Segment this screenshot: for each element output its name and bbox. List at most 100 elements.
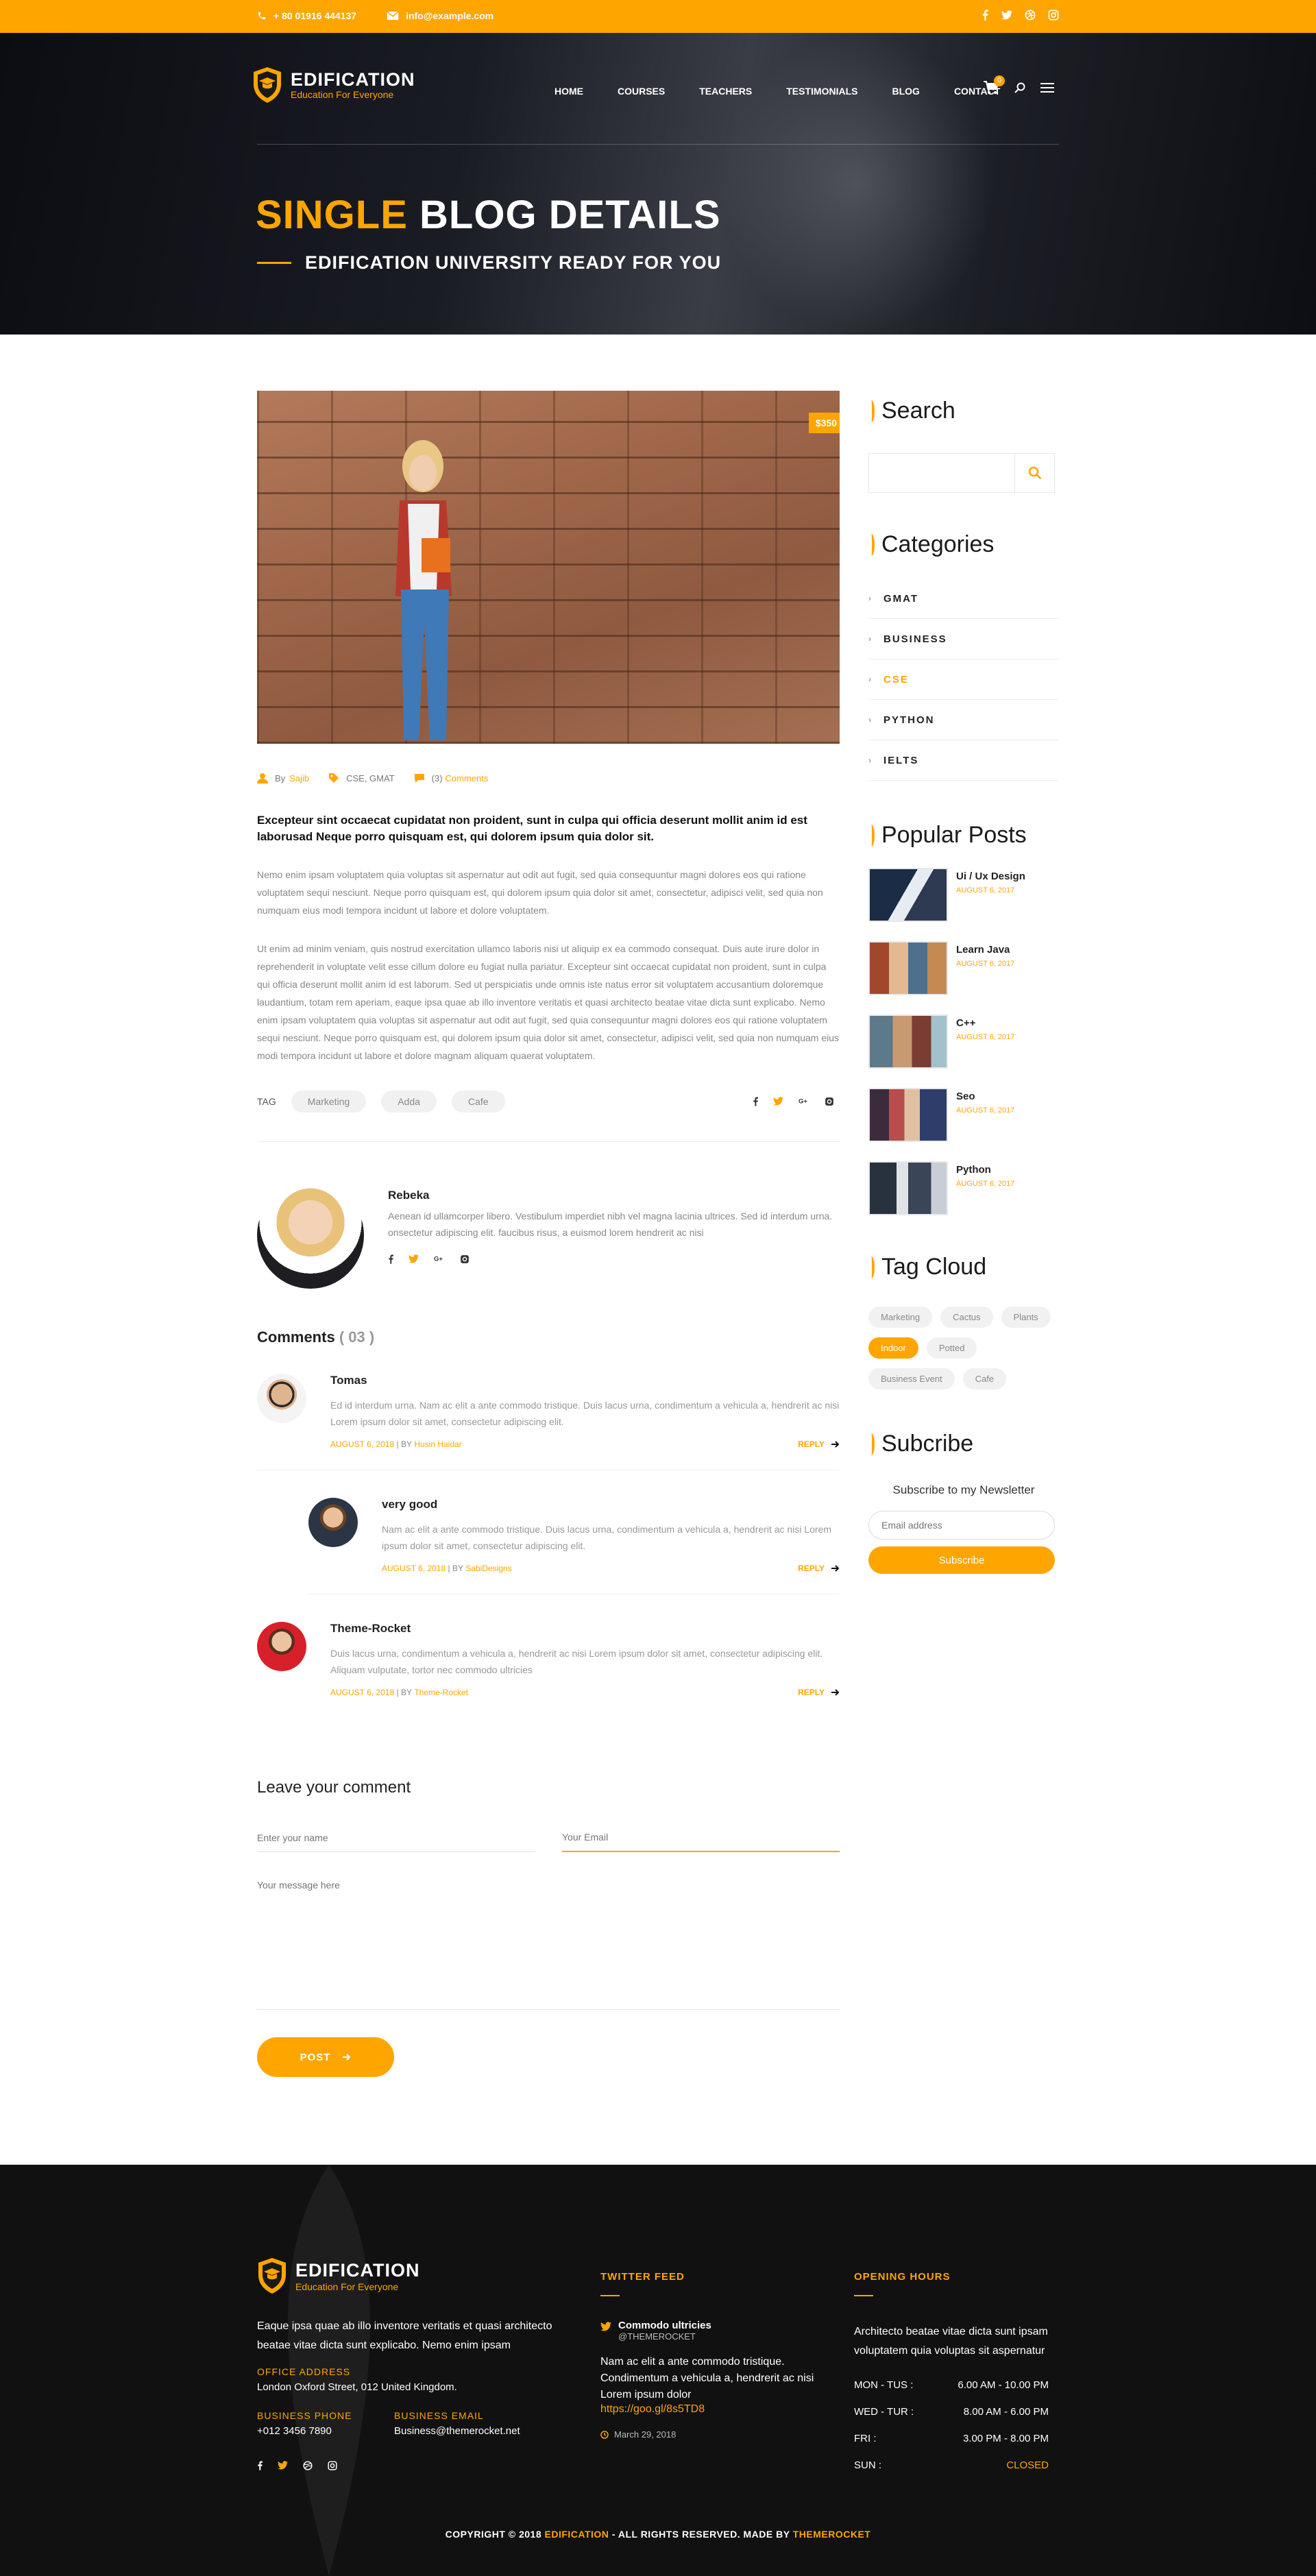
popular-post-date: AUGUST 6, 2017 <box>956 960 1015 968</box>
top-bar: + 80 01916 444137 info@example.com <box>0 0 1316 33</box>
search-icon[interactable] <box>1014 82 1025 93</box>
popular-post[interactable]: Seo AUGUST 6, 2017 <box>868 1088 1059 1142</box>
cart-button[interactable]: 0 <box>983 75 1005 95</box>
popular-post[interactable]: C++ AUGUST 6, 2017 <box>868 1014 1059 1069</box>
category-item[interactable]: › PYTHON <box>868 700 1059 740</box>
facebook-icon[interactable] <box>388 1254 393 1264</box>
facebook-icon[interactable] <box>981 10 989 21</box>
business-phone: BUSINESS PHONE +012 3456 7890 <box>257 2410 352 2437</box>
tag-cloud-item[interactable]: Cafe <box>962 1368 1007 1389</box>
reply-button[interactable]: REPLY <box>798 1439 840 1449</box>
phone-text: + 80 01916 444137 <box>273 10 357 21</box>
copyright-maker-link[interactable]: THEMEROCKET <box>793 2529 871 2540</box>
post-comment-button[interactable]: POST <box>257 2037 394 2077</box>
category-item[interactable]: › BUSINESS <box>868 619 1059 659</box>
email-label: BUSINESS EMAIL <box>394 2410 484 2421</box>
popular-post[interactable]: Learn Java AUGUST 6, 2017 <box>868 941 1059 995</box>
price-badge: $350 <box>808 413 840 433</box>
footer-logo[interactable]: EDIFICATION Education For Everyone <box>256 2257 420 2295</box>
comment-author: Tomas <box>330 1374 367 1387</box>
tag-pill[interactable]: Marketing <box>291 1091 367 1113</box>
site-logo[interactable]: EDIFICATION Education For Everyone <box>251 66 415 104</box>
email-value[interactable]: Business@themerocket.net <box>394 2425 520 2437</box>
email-contact[interactable]: info@example.com <box>387 10 494 21</box>
comments-link[interactable]: Comments <box>446 773 489 783</box>
instagram-icon[interactable] <box>825 1097 834 1106</box>
comment-author-link[interactable]: Husin Haidar <box>414 1439 461 1449</box>
twitter-icon[interactable] <box>278 2461 288 2470</box>
popular-post[interactable]: Ui / Ux Design AUGUST 6, 2017 <box>868 868 1059 922</box>
name-input[interactable] <box>257 1832 535 1852</box>
tag-pill[interactable]: Adda <box>381 1091 437 1113</box>
reply-button[interactable]: REPLY <box>798 1688 840 1697</box>
dribbble-icon[interactable] <box>1025 10 1036 21</box>
tweet-link[interactable]: https://goo.gl/8s5TD8 <box>600 2403 705 2415</box>
popular-widget-label: Popular Posts <box>881 822 1027 848</box>
hours-time: 8.00 AM - 6.00 PM <box>963 2406 1049 2418</box>
phone-value[interactable]: +012 3456 7890 <box>257 2425 352 2437</box>
nav-icons: 0 <box>983 75 1054 95</box>
dribbble-icon[interactable] <box>303 2461 313 2470</box>
opening-hours: OPENING HOURS Architecto beatae vitae di… <box>854 2271 1060 2479</box>
post-tags-text[interactable]: CSE, GMAT <box>346 773 395 783</box>
google-plus-icon[interactable]: G+ <box>434 1254 445 1263</box>
hero-subtitle-text: EDIFICATION UNIVERSITY READY FOR YOU <box>305 252 722 273</box>
nav-courses[interactable]: COURSES <box>618 86 665 97</box>
instagram-icon[interactable] <box>460 1254 470 1264</box>
nav-testimonials[interactable]: TESTIMONIALS <box>786 86 857 97</box>
nav-home[interactable]: HOME <box>555 86 583 97</box>
tag-pill[interactable]: Cafe <box>451 1091 505 1113</box>
tag-cloud-item[interactable]: Cactus <box>940 1307 993 1328</box>
message-input[interactable] <box>257 1880 840 2010</box>
copyright-brand-link[interactable]: EDIFICATION <box>545 2529 609 2540</box>
comment-text: Ed id interdum urna. Nam ac elit a ante … <box>330 1400 840 1427</box>
popular-post-title: Seo <box>956 1091 975 1102</box>
meta-separator: | <box>394 1688 401 1697</box>
sidebar-search-button[interactable] <box>1014 454 1054 492</box>
email-input[interactable] <box>562 1832 840 1852</box>
hours-day: SUN : <box>854 2459 882 2471</box>
post-thumbnail <box>868 1161 948 1215</box>
comment-author-link[interactable]: Theme-Rocket <box>414 1688 468 1697</box>
author-link[interactable]: Sajib <box>289 773 309 783</box>
phone-contact[interactable]: + 80 01916 444137 <box>257 10 356 21</box>
category-item[interactable]: › CSE <box>868 659 1059 700</box>
category-item[interactable]: › IELTS <box>868 740 1059 781</box>
nav-teachers[interactable]: TEACHERS <box>699 86 752 97</box>
title-bracket <box>868 400 875 422</box>
blog-main: $350 By Sajib CSE, GMAT (3) Comments Exc… <box>257 391 840 2077</box>
meta-separator: | <box>394 1439 401 1449</box>
twitter-icon[interactable] <box>409 1254 419 1263</box>
facebook-icon[interactable] <box>257 2461 263 2470</box>
post-meta: By Sajib CSE, GMAT (3) Comments <box>257 773 840 783</box>
comment-item: Tomas Ed id interdum urna. Nam ac elit a… <box>257 1346 840 1470</box>
tag-cloud-item[interactable]: Marketing <box>868 1307 933 1328</box>
tweet-handle[interactable]: @THEMEROCKET <box>618 2331 711 2342</box>
google-plus-icon[interactable]: G+ <box>799 1097 809 1105</box>
category-item[interactable]: › GMAT <box>868 579 1059 619</box>
nav-blog[interactable]: BLOG <box>892 86 919 97</box>
subscribe-button[interactable]: Subscribe <box>868 1546 1055 1574</box>
twitter-icon[interactable] <box>1001 10 1012 21</box>
author-social: G+ <box>388 1254 840 1264</box>
page-hero: EDIFICATION Education For Everyone HOME … <box>0 33 1316 335</box>
featured-image: $350 <box>257 391 840 744</box>
category-label: IELTS <box>884 754 919 766</box>
instagram-icon[interactable] <box>1048 10 1059 21</box>
newsletter-email-input[interactable] <box>868 1511 1055 1540</box>
hours-time: CLOSED <box>1006 2459 1049 2471</box>
menu-icon[interactable] <box>1040 82 1054 93</box>
popular-post[interactable]: Python AUGUST 6, 2017 <box>868 1161 1059 1215</box>
tag-cloud-item[interactable]: Business Event <box>868 1368 955 1389</box>
hours-day: WED - TUR : <box>854 2406 914 2418</box>
facebook-icon[interactable] <box>753 1097 758 1106</box>
tag-cloud-item[interactable]: Potted <box>926 1337 977 1359</box>
sidebar-search-input[interactable] <box>869 454 1014 492</box>
twitter-icon[interactable] <box>773 1097 783 1106</box>
comment-author-link[interactable]: SabiDesigns <box>465 1564 511 1573</box>
reply-button[interactable]: REPLY <box>798 1564 840 1573</box>
tag-cloud: Marketing Cactus Plants Indoor Potted Bu… <box>868 1307 1060 1389</box>
instagram-icon[interactable] <box>328 2461 337 2470</box>
tag-cloud-item[interactable]: Indoor <box>868 1337 918 1359</box>
tag-cloud-item[interactable]: Plants <box>1001 1307 1051 1328</box>
